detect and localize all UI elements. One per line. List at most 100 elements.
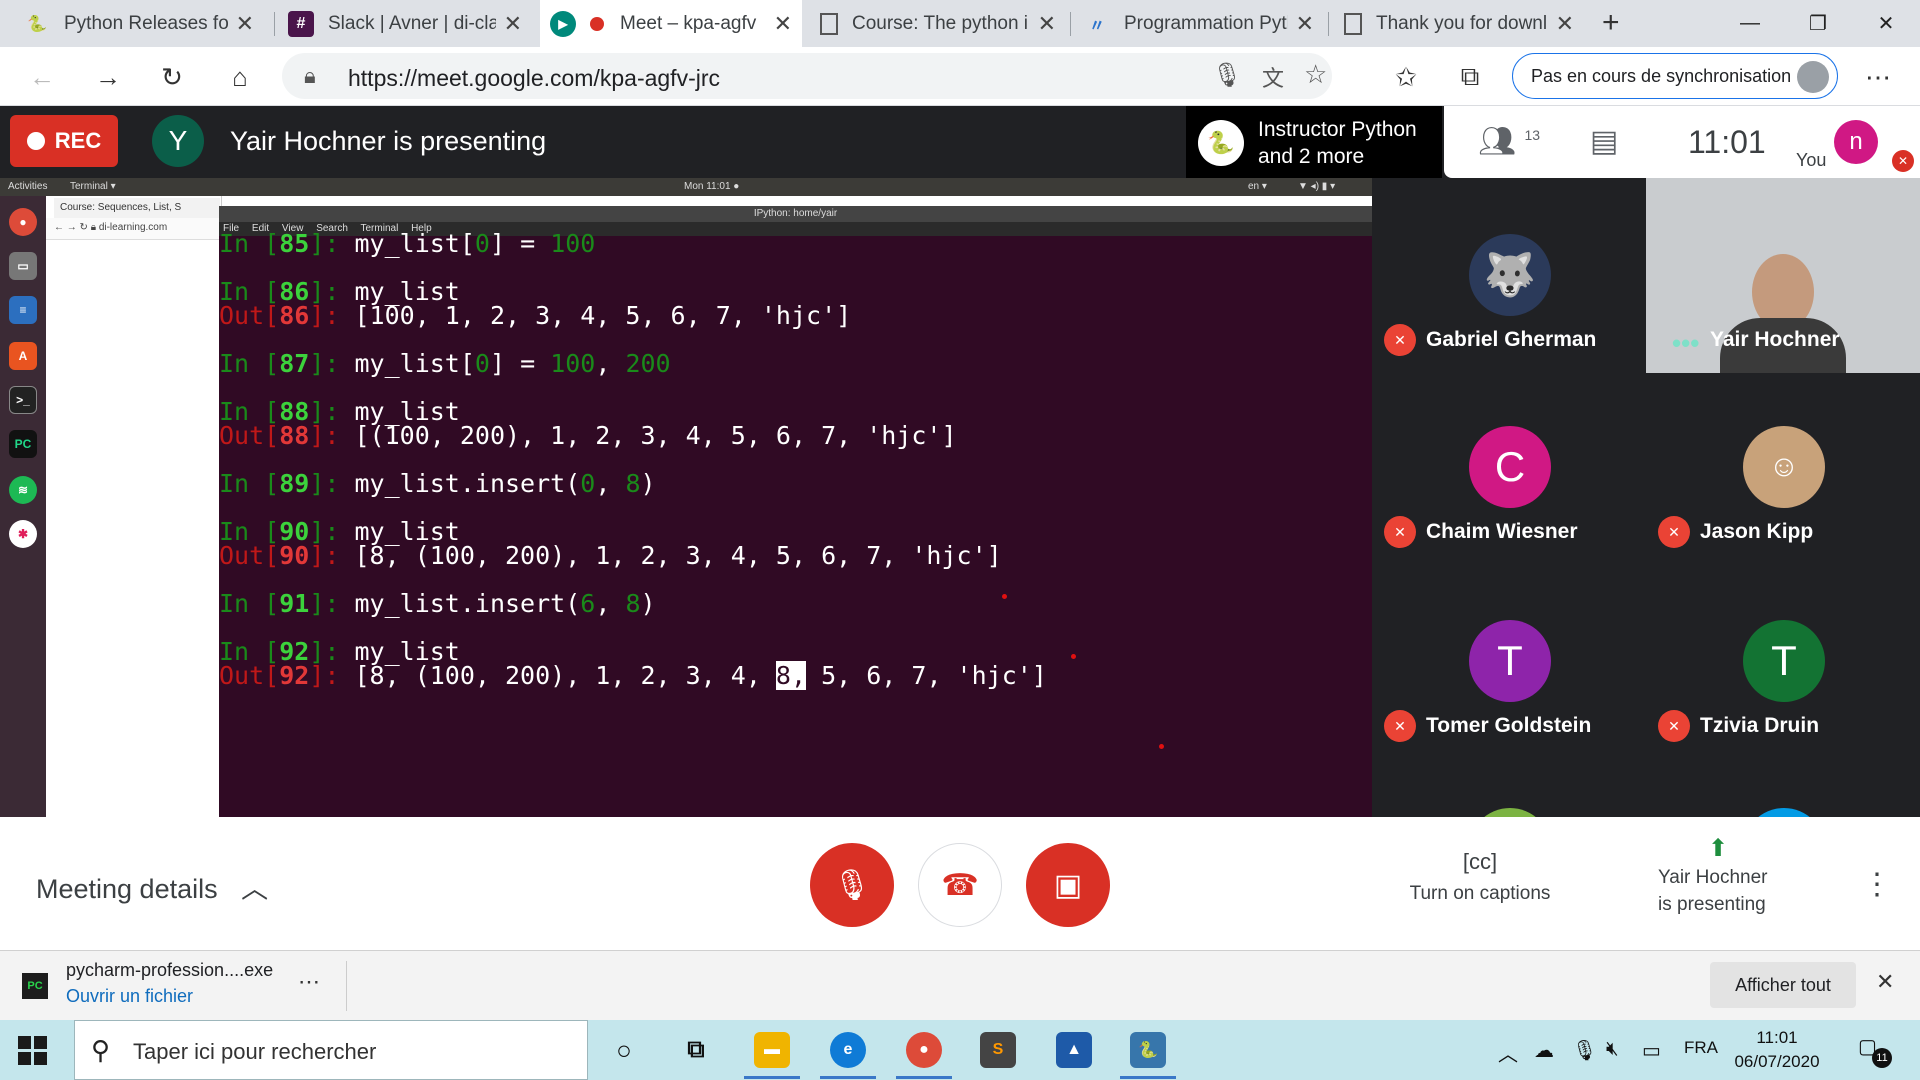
participant-tile[interactable]: T ✕ Tomer Goldstein: [1372, 564, 1646, 754]
reload-button[interactable]: ↻: [152, 57, 192, 97]
people-button[interactable]: 👥︎ 13: [1478, 124, 1540, 159]
captions-button[interactable]: [cc] Turn on captions: [1402, 849, 1558, 905]
back-button[interactable]: ←: [22, 57, 62, 97]
meeting-details-button[interactable]: Meeting details ︿: [36, 867, 268, 906]
tab-google-meet[interactable]: ▶ Meet – kpa-agfv ✕: [540, 0, 802, 47]
download-more-icon[interactable]: ⋯: [298, 969, 320, 995]
google-meet-icon: ▶: [550, 10, 576, 37]
minimize-button[interactable]: —: [1716, 0, 1784, 47]
present-now-button[interactable]: ⬆ Yair Hochner is presenting: [1658, 835, 1778, 918]
pycharm-icon: PC: [22, 973, 48, 999]
chat-icon[interactable]: ▤: [1590, 124, 1618, 159]
python-icon[interactable]: 🐍: [1130, 1032, 1166, 1068]
participant-tile[interactable]: T ✕ Tzivia Druin: [1646, 564, 1920, 754]
tab-title: Meet – kpa-agfv: [620, 12, 757, 34]
open-file-link[interactable]: Ouvrir un fichier: [66, 986, 193, 1007]
output-line: Out[88]: [(100, 200), 1, 2, 3, 4, 5, 6, …: [219, 421, 1047, 450]
ipython-output: In [85]: my_list[0] = 100 In [86]: my_lis…: [219, 229, 1047, 690]
participant-tile[interactable]: 🐺 ✕ Gabriel Gherman: [1372, 178, 1646, 368]
tab-programmation[interactable]: 〃 Programmation Pyth ✕: [1074, 0, 1324, 47]
microphone-icon[interactable]: 🎙︎: [1572, 1038, 1597, 1063]
translate-icon[interactable]: 文: [1262, 61, 1284, 93]
prompt-suffix: ]:: [309, 661, 355, 690]
maximize-button[interactable]: ❐: [1784, 0, 1852, 47]
mic-off-icon: ✕: [1658, 710, 1690, 742]
camera-toggle-button[interactable]: ▣: [1026, 843, 1110, 927]
code-token: my_list.insert(: [354, 469, 581, 498]
close-window-button[interactable]: ✕: [1852, 0, 1920, 47]
participant-tile[interactable]: C ✕ Chaim Wiesner: [1372, 370, 1646, 560]
mic-toggle-button[interactable]: 🎙︎: [810, 843, 894, 927]
sublime-text-icon[interactable]: S: [980, 1032, 1016, 1068]
photos-icon[interactable]: ▲: [1056, 1032, 1092, 1068]
close-icon[interactable]: ✕: [1876, 969, 1894, 995]
download-filename[interactable]: pycharm-profession....exe: [66, 960, 273, 981]
close-icon[interactable]: ✕: [774, 11, 792, 37]
slack-icon: #: [288, 10, 314, 37]
participant-tile[interactable]: ☺ ✕ Jason Kipp: [1646, 370, 1920, 560]
code-token: [(100, 200), 1, 2, 3, 4, 5, 6, 7, 'hjc']: [354, 421, 957, 450]
cortana-icon[interactable]: ○: [606, 1032, 642, 1068]
collections-icon[interactable]: ⧉: [1450, 57, 1490, 97]
close-icon[interactable]: ✕: [236, 11, 254, 37]
address-bar[interactable]: 🔒︎ https://meet.google.com/kpa-agfv-jrc …: [282, 53, 1332, 99]
code-token: 8: [625, 469, 641, 498]
battery-icon[interactable]: ▭: [1642, 1038, 1661, 1063]
tab-python-releases[interactable]: 🐍 Python Releases for W ✕: [14, 0, 264, 47]
profile-sync-button[interactable]: Pas en cours de synchronisation: [1512, 53, 1838, 99]
terminal-icon: >_: [9, 386, 37, 414]
pinned-participants[interactable]: 🐍 Instructor Python and 2 more: [1186, 106, 1442, 178]
chrome-icon[interactable]: ●: [906, 1032, 942, 1068]
terminal-title: IPython: home/yair: [219, 206, 1372, 222]
rec-label: REC: [54, 128, 102, 153]
code-token: ] =: [489, 349, 551, 378]
volume-muted-icon[interactable]: 🔇︎: [1606, 1038, 1619, 1061]
tab-course[interactable]: Course: The python i ✕: [810, 0, 1066, 47]
forward-button[interactable]: →: [88, 57, 128, 97]
favorite-star-icon[interactable]: ☆: [1304, 59, 1327, 90]
participant-name: Yair Hochner: [1710, 328, 1840, 351]
favorites-icon[interactable]: ✩: [1386, 57, 1426, 97]
language-indicator[interactable]: FRA: [1684, 1038, 1718, 1058]
pycharm-icon: PC: [9, 430, 37, 458]
laser-pointer-dot: [1071, 654, 1076, 659]
output-line: Out[86]: [100, 1, 2, 3, 4, 5, 6, 7, 'hjc…: [219, 301, 1047, 330]
chevron-up-icon[interactable]: ︿: [1498, 1038, 1518, 1067]
participant-count: 13: [1524, 127, 1541, 143]
captions-label: Turn on captions: [1409, 883, 1551, 904]
tab-thank-you[interactable]: Thank you for downl ✕: [1334, 0, 1584, 47]
taskbar-clock[interactable]: 11:01 06/07/2020: [1732, 1026, 1822, 1074]
close-icon[interactable]: ✕: [504, 11, 522, 37]
self-avatar[interactable]: n: [1834, 120, 1878, 164]
more-options-icon[interactable]: ⋮: [1862, 867, 1892, 902]
leave-call-button[interactable]: ☎︎: [918, 843, 1002, 927]
ubuntu-dock: ● ▭ ≡ A >_ PC ≋ ✱: [0, 196, 46, 817]
participant-grid: 🐺 ✕ Gabriel Gherman ••• Yair Hochner C ✕…: [1372, 178, 1920, 817]
home-button[interactable]: ⌂: [220, 57, 260, 97]
new-tab-button[interactable]: +: [1602, 6, 1620, 40]
prompt-number: 86: [279, 301, 310, 330]
prompt-number: 91: [279, 589, 310, 618]
close-icon[interactable]: ✕: [1296, 11, 1314, 37]
file-explorer-icon[interactable]: ▬: [754, 1032, 790, 1068]
close-icon[interactable]: ✕: [1556, 11, 1574, 37]
participant-video-tile[interactable]: ••• Yair Hochner: [1646, 178, 1920, 373]
clock-date: 06/07/2020: [1734, 1052, 1820, 1071]
meet-controls-bar: Meeting details ︿ 🎙︎ ☎︎ ▣ [cc] Turn on c…: [0, 817, 1920, 950]
close-icon[interactable]: ✕: [1038, 11, 1056, 37]
task-view-icon[interactable]: ⧉: [678, 1032, 714, 1068]
text-cursor: 8,: [775, 661, 807, 690]
input-line: In [87]: my_list[0] = 100, 200: [219, 349, 1047, 378]
present-screen-icon: ⬆: [1707, 835, 1729, 862]
prompt-prefix: In [: [219, 229, 280, 258]
windows-start-icon[interactable]: [18, 1036, 48, 1066]
taskbar-search[interactable]: ⚲ Taper ici pour rechercher: [74, 1020, 588, 1080]
tab-slack[interactable]: # Slack | Avner | di-clas ✕: [278, 0, 532, 47]
onedrive-icon[interactable]: ☁: [1534, 1038, 1554, 1063]
tab-title: Course: The python i: [852, 12, 1029, 34]
edge-icon[interactable]: e: [830, 1032, 866, 1068]
show-all-button[interactable]: Afficher tout: [1710, 962, 1856, 1008]
action-center-button[interactable]: ▢ 11: [1858, 1034, 1892, 1068]
settings-more-icon[interactable]: ⋯: [1858, 57, 1898, 97]
microphone-icon[interactable]: 🎙︎: [1212, 61, 1242, 90]
